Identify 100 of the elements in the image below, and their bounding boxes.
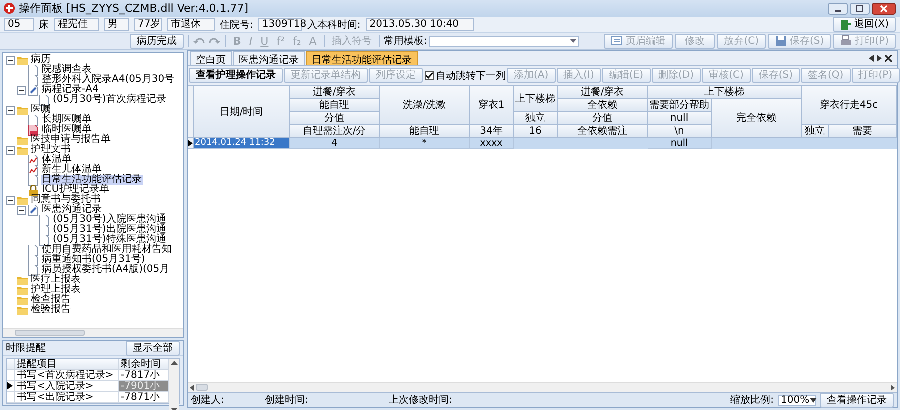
info-field: 男 (104, 18, 129, 31)
toggle-icon[interactable] (17, 86, 26, 94)
tab[interactable]: 日常生活功能评估记录 (306, 51, 418, 65)
toggle-icon[interactable] (6, 196, 15, 204)
tree-item[interactable]: 检查报告 (30, 295, 72, 305)
document-icon (39, 224, 50, 236)
check-icon (426, 72, 433, 79)
row-pointer-icon (7, 382, 13, 390)
tree-item[interactable]: 病员授权委托书(A4版)(05月 (41, 265, 171, 275)
document-icon (28, 74, 39, 86)
window-title: 操作面板 [HS_ZYYS_CZMB.dll Ver:4.0.1.77] (19, 1, 249, 16)
folder-icon (17, 134, 28, 146)
door-icon (840, 19, 852, 30)
tree-item[interactable]: 护理文书 (30, 145, 72, 155)
folder-icon (17, 144, 28, 156)
tree-item[interactable]: (05月31号)出院医患沟通 (52, 225, 168, 235)
tree-item[interactable]: 病重通知书(05月31号) (41, 255, 146, 265)
tree-item[interactable]: (05月30号)首次病程记录 (52, 95, 168, 105)
scroll-thumb[interactable] (15, 330, 85, 336)
tree-item[interactable]: (05月30号)入院医患沟通 (52, 215, 168, 225)
tree-item[interactable]: 院感调查表 (41, 65, 93, 75)
tree-item[interactable]: 医嘱 (30, 105, 52, 115)
column-header: 完全依赖 (712, 99, 802, 138)
tree-item[interactable]: 护理上报表 (30, 285, 82, 295)
column-header: 独立 (802, 125, 829, 138)
document-icon (28, 64, 39, 76)
toggle-icon[interactable] (17, 206, 26, 214)
scroll-left-icon[interactable] (869, 54, 874, 62)
header-icon (611, 35, 624, 47)
toggle-icon[interactable] (6, 56, 15, 64)
column-header: 34年 (470, 125, 514, 138)
tab[interactable]: 空白页 (190, 51, 232, 65)
info-field: 2013.05.30 10:40 (366, 18, 474, 31)
toolbar-button[interactable]: 查看护理操作记录 (189, 68, 283, 83)
tree-item[interactable]: 病历 (30, 55, 52, 65)
scroll-up-icon (170, 361, 178, 365)
panel-title: 时限提醒 (6, 342, 46, 355)
info-field: 程宪佳 (54, 18, 99, 31)
column-header: 上下楼梯 (648, 86, 802, 99)
field-label: 常用模板: (384, 34, 428, 48)
column-header: \n (648, 125, 712, 138)
tab[interactable]: 医患沟通记录 (233, 51, 305, 65)
checkbox[interactable] (425, 71, 434, 80)
zoom-dropdown[interactable]: 100% (778, 394, 816, 406)
tree-item[interactable]: 医技申请与报告单 (30, 135, 112, 145)
horizontal-scrollbar[interactable] (188, 382, 897, 392)
back-button[interactable]: 退回(X) (833, 17, 896, 32)
field-label: 缩放比例: (730, 394, 774, 407)
info-field: 05 (4, 18, 34, 31)
minimize-icon[interactable] (828, 2, 848, 14)
tree-item[interactable]: 同意书与委托书 (30, 195, 102, 205)
folder-icon (17, 304, 28, 316)
column-header: 上下楼梯 (514, 86, 558, 112)
folder-icon (17, 294, 28, 306)
column-header: 需要 (829, 125, 897, 138)
field-label: 入本科时间: (307, 18, 361, 32)
tree-item[interactable]: 医疗上报表 (30, 275, 82, 285)
tree-item[interactable]: 病程记录-A4 (41, 85, 100, 95)
column-header: 自理需注次/分 (290, 125, 380, 138)
scroll-right-icon[interactable] (877, 54, 882, 62)
complete-record-button[interactable]: 病历完成 (130, 34, 184, 48)
folder-icon (17, 194, 28, 206)
column-header: 独立 (514, 112, 558, 125)
toggle-icon[interactable] (6, 106, 15, 114)
tree-item[interactable]: 日常生活功能评估记录 (41, 175, 143, 185)
tree-item[interactable]: (05月31号)特殊医患沟通 (52, 235, 168, 245)
column-header: 全依赖 (558, 99, 648, 112)
tree-item[interactable]: 长期医嘱单 (41, 115, 93, 125)
scroll-thumb[interactable] (196, 384, 208, 391)
tree-item[interactable]: 新生儿体温单 (41, 165, 103, 175)
maximize-icon[interactable] (850, 2, 870, 14)
column-header: 剩余时间 (119, 359, 169, 370)
document-icon (28, 174, 39, 186)
show-all-button[interactable]: 显示全部 (126, 340, 180, 356)
table-cell: 书写<首次病程记录> (15, 370, 119, 381)
lock-icon (28, 184, 39, 196)
tree-item[interactable]: 体温单 (41, 155, 73, 165)
tree-item[interactable]: 使用自费药品和医用耗材告知 (41, 245, 173, 255)
tree-item[interactable]: 临时医嘱单 (41, 125, 93, 135)
horizontal-scrollbar[interactable] (3, 328, 183, 337)
field-label: 住院号: (220, 18, 254, 32)
folder-icon (17, 274, 28, 286)
vertical-scrollbar[interactable] (169, 359, 179, 410)
column-header: 提醒项目 (15, 359, 119, 370)
view-log-button[interactable]: 查看操作记录 (820, 392, 894, 408)
tree-item[interactable]: 医患沟通记录 (41, 205, 103, 215)
document-chart-icon (28, 154, 39, 166)
document-pen-icon (28, 84, 39, 96)
tree-item[interactable]: ICU护理记录单 (41, 185, 110, 195)
close-icon[interactable] (885, 54, 892, 62)
table-cell: * (380, 138, 470, 149)
document-icon (28, 254, 39, 266)
info-field: 77岁 (134, 18, 162, 31)
folder-icon (17, 54, 28, 66)
tree-item[interactable]: 检验报告 (30, 305, 72, 315)
document-icon (28, 114, 39, 126)
table-cell: 书写<出院记录> (15, 392, 119, 403)
tree-item[interactable]: 整形外科入院录A4(05月30号 (41, 75, 176, 85)
toggle-icon[interactable] (6, 146, 15, 154)
close-icon[interactable] (872, 2, 896, 14)
